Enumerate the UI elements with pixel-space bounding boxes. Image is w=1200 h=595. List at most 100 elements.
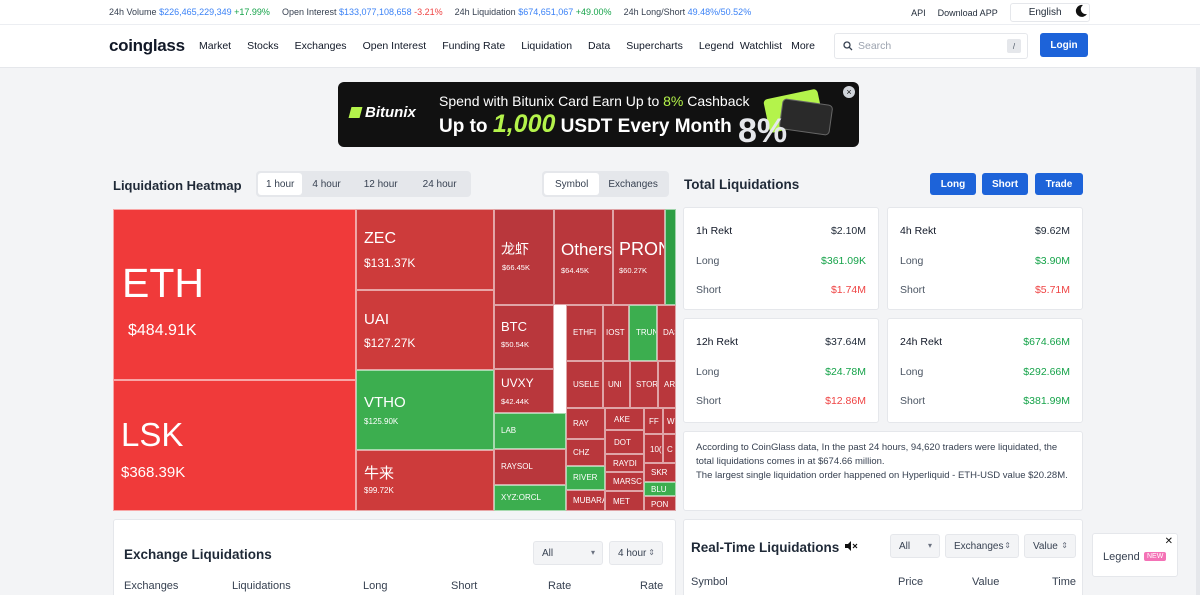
heatmap-cell-river[interactable]: RIVER [566,466,605,490]
heatmap-cell-marsc[interactable]: MARSC [605,472,644,491]
tab-1-hour[interactable]: 1 hour [258,173,303,195]
heatmap-cell-uni[interactable]: UNI [603,361,630,408]
heatmap-cell-das[interactable]: DAS [657,305,676,361]
col-liquidations[interactable]: Liquidations [232,580,291,592]
tab-24-hour[interactable]: 24 hour [411,173,469,195]
realtime-filter-exchanges[interactable]: Exchanges ⇕ [945,534,1019,558]
banner-close-icon[interactable]: × [843,86,855,98]
rekt-card-4h: 4h Rekt $9.62M Long $3.90M Short $5.71M [887,207,1083,310]
heatmap-cell-zec[interactable]: ZEC $131.37K [356,209,494,290]
col-price[interactable]: Price [898,576,923,588]
col-rate-short[interactable]: Rate [640,580,663,592]
tab-exchanges[interactable]: Exchanges [599,173,666,195]
nav-open-interest[interactable]: Open Interest [363,40,427,52]
exchange-period-select[interactable]: 4 hour ⇕ [609,541,663,565]
heatmap-cell-iost[interactable]: IOST [603,305,629,361]
rekt-short: $381.99M [1023,395,1070,407]
nav-stocks[interactable]: Stocks [247,40,279,52]
trade-button[interactable]: Trade [1035,173,1083,195]
col-time[interactable]: Time [1052,576,1076,588]
col-rate-long[interactable]: Rate [548,580,571,592]
nav-watchlist[interactable]: Watchlist [740,40,782,52]
heatmap-cell-xyz-orcl[interactable]: XYZ:ORCL [494,485,566,511]
nav-funding-rate[interactable]: Funding Rate [442,40,505,52]
col-value[interactable]: Value [972,576,999,588]
heatmap-cell-c[interactable]: C [663,434,676,463]
rekt-total: $674.66M [1023,336,1070,348]
ticker-volume: 24h Volume $226,465,229,349 +17.99% [109,7,270,17]
heatmap-cell-ake[interactable]: AKE [605,408,644,430]
heatmap-cell-raysol[interactable]: RAYSOL [494,449,566,485]
search-input[interactable]: Search / [834,33,1028,59]
nav-legend[interactable]: Legend [699,40,734,52]
short-button[interactable]: Short [982,173,1028,195]
close-icon[interactable]: ✕ [1165,536,1173,547]
nav-supercharts[interactable]: Supercharts [626,40,683,52]
realtime-filter-value[interactable]: Value ⇕ [1024,534,1076,558]
heatmap-cell-blu[interactable]: BLU [644,482,676,496]
speaker-muted-icon[interactable] [844,540,858,552]
heatmap-cell-raydi[interactable]: RAYDI [605,454,644,472]
nav-exchanges[interactable]: Exchanges [295,40,347,52]
heatmap-cell-dot[interactable]: DOT [605,430,644,454]
heatmap-cell-vtho[interactable]: VTHO $125.90K [356,370,494,450]
col-long[interactable]: Long [363,580,387,592]
liquidation-heatmap: ETH $484.91K LSK $368.39K ZEC $131.37K U… [113,209,676,511]
heatmap-time-tabs: 1 hour 4 hour 12 hour 24 hour [256,171,471,197]
heatmap-cell-10[interactable]: 10( [644,434,663,463]
rekt-label: 24h Rekt [900,336,943,348]
heatmap-cell-usele[interactable]: USELE [566,361,603,408]
tab-12-hour[interactable]: 12 hour [351,173,411,195]
col-exchanges[interactable]: Exchanges [124,580,178,592]
heatmap-cell-ar[interactable]: AR [658,361,676,408]
heatmap-cell-uai[interactable]: UAI $127.27K [356,290,494,370]
heatmap-cell-mubara[interactable]: MUBARA [566,490,605,511]
col-short[interactable]: Short [451,580,477,592]
heatmap-cell-skr[interactable]: SKR [644,463,676,482]
heatmap-cell-eth[interactable]: ETH $484.91K [113,209,356,380]
heatmap-cell-lab[interactable]: LAB [494,413,566,449]
logo[interactable]: coinglass [109,36,185,56]
heatmap-cell-niulai[interactable]: 牛来 $99.72K [356,450,494,511]
heatmap-cell-stor[interactable]: STOR [630,361,658,408]
rekt-short: $12.86M [825,395,866,407]
heatmap-cell-chz[interactable]: CHZ [566,439,605,466]
col-symbol[interactable]: Symbol [691,576,728,588]
nav-more[interactable]: More [791,40,815,52]
api-link[interactable]: API [911,8,926,18]
top-nav: coinglass Market Stocks Exchanges Open I… [0,25,1200,68]
nav-liquidation[interactable]: Liquidation [521,40,572,52]
nav-market[interactable]: Market [199,40,231,52]
rekt-label: 12h Rekt [696,336,739,348]
heatmap-cell-w[interactable]: W [663,408,676,434]
long-button[interactable]: Long [930,173,976,195]
heatmap-cell-btc[interactable]: BTC $50.54K [494,305,554,369]
realtime-filter-all[interactable]: All ▾ [890,534,940,558]
heatmap-cell-pon[interactable]: PON [644,496,676,511]
heatmap-cell-trump[interactable]: TRUN [629,305,657,361]
heatmap-cell-green-edge[interactable] [665,209,676,305]
exchange-filter-select[interactable]: All ▾ [533,541,603,565]
nav-data[interactable]: Data [588,40,610,52]
heatmap-cell-uvxy[interactable]: UVXY $42.44K [494,369,554,413]
tab-4-hour[interactable]: 4 hour [302,173,350,195]
login-button[interactable]: Login [1040,33,1088,57]
heatmap-cell-met[interactable]: MET [605,491,644,511]
dark-mode-icon[interactable] [1074,4,1088,18]
legend-widget[interactable]: Legend NEW ✕ [1092,533,1178,577]
heatmap-cell-lsk[interactable]: LSK $368.39K [113,380,356,511]
download-app-link[interactable]: Download APP [938,8,998,18]
summary-line-1: According to CoinGlass data, In the past… [696,442,1058,467]
page-scrollbar[interactable] [1196,68,1200,595]
heatmap-cell-others[interactable]: Others $64.45K [554,209,613,305]
heatmap-cell-longxia[interactable]: 龙虾 $66.45K [494,209,554,305]
rekt-total: $37.64M [825,336,866,348]
tab-symbol[interactable]: Symbol [544,173,600,195]
heatmap-cell-ray[interactable]: RAY [566,408,605,439]
heatmap-cell-pron[interactable]: PRON $60.27K [613,209,665,305]
promo-banner[interactable]: Bitunix Spend with Bitunix Card Earn Up … [338,82,859,147]
search-shortcut: / [1007,39,1021,53]
heatmap-cell-ff[interactable]: FF [644,408,663,434]
rekt-card-12h: 12h Rekt $37.64M Long $24.78M Short $12.86M [683,318,879,423]
heatmap-cell-ethfi[interactable]: ETHFI [566,305,603,361]
